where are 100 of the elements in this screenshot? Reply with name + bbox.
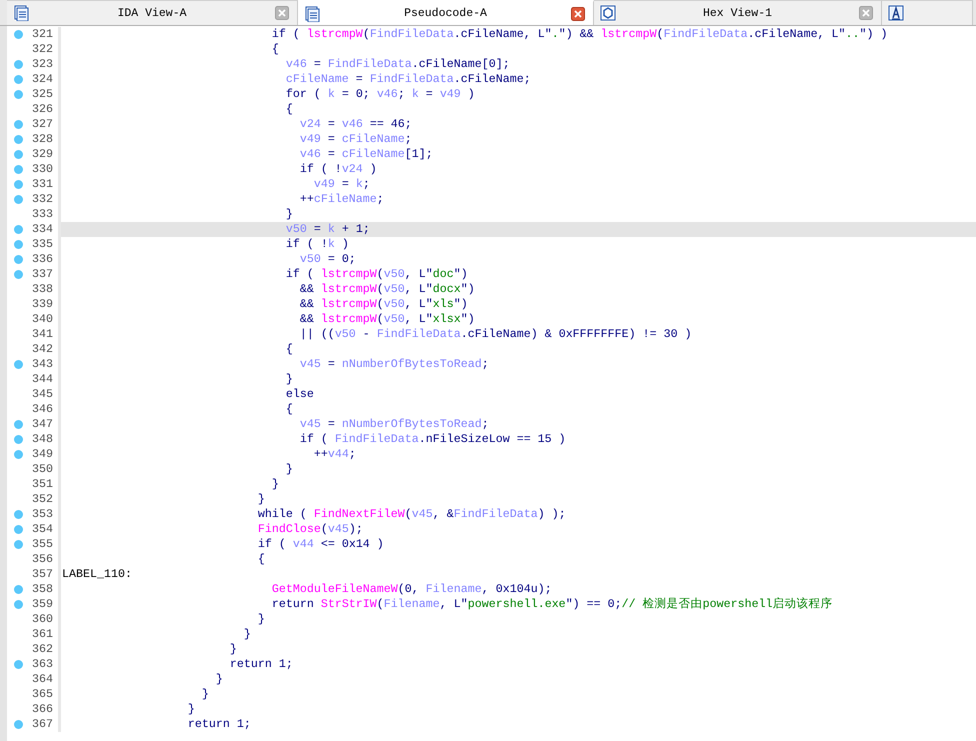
code-line: v46 = FindFileData.cFileName[0]; xyxy=(286,57,510,71)
line-number: 337 xyxy=(32,267,53,282)
line-number: 334 xyxy=(32,222,53,237)
code-line: if ( FindFileData.nFileSizeLow == 15 ) xyxy=(300,432,566,446)
line-number: 359 xyxy=(32,597,53,612)
line-number: 364 xyxy=(32,672,53,687)
line-number: 354 xyxy=(32,522,53,537)
code-line: if ( !v24 ) xyxy=(300,162,377,176)
code-line: v49 = cFileName; xyxy=(300,132,412,146)
line-number: 333 xyxy=(32,207,53,222)
line-number: 343 xyxy=(32,357,53,372)
line-number: 326 xyxy=(32,102,53,117)
code-line: FindClose(v45); xyxy=(258,522,363,536)
line-number: 340 xyxy=(32,312,53,327)
line-number: 327 xyxy=(32,117,53,132)
line-number: 345 xyxy=(32,387,53,402)
code-line: && lstrcmpW(v50, L"xlsx") xyxy=(300,312,475,326)
close-icon[interactable] xyxy=(571,6,585,20)
code-line: v50 = k + 1; xyxy=(286,222,370,236)
code-line: if ( !k ) xyxy=(286,237,349,251)
code-line: { xyxy=(286,102,293,116)
code-line: else xyxy=(286,387,314,401)
line-number: 336 xyxy=(32,252,53,267)
line-number: 361 xyxy=(32,627,53,642)
code-line: } xyxy=(272,477,279,491)
line-number: 356 xyxy=(32,552,53,567)
code-line: v49 = k; xyxy=(314,177,370,191)
line-number: 353 xyxy=(32,507,53,522)
code-line: return 1; xyxy=(230,657,293,671)
listing-icon xyxy=(13,5,29,21)
tab[interactable] xyxy=(882,0,973,25)
line-number: 335 xyxy=(32,237,53,252)
code-line: v45 = nNumberOfBytesToRead; xyxy=(300,357,489,371)
line-number: 324 xyxy=(32,72,53,87)
line-number: 330 xyxy=(32,162,53,177)
code-line: } xyxy=(286,372,293,386)
code-line: for ( k = 0; v46; k = v49 ) xyxy=(286,87,475,101)
code-line: if ( v44 <= 0x14 ) xyxy=(258,537,384,551)
code-line: } xyxy=(244,627,251,641)
line-number: 363 xyxy=(32,657,53,672)
tab[interactable]: IDA View-A xyxy=(7,0,298,25)
line-number: 346 xyxy=(32,402,53,417)
line-number: 365 xyxy=(32,687,53,702)
line-number: 342 xyxy=(32,342,53,357)
code-line: v45 = nNumberOfBytesToRead; xyxy=(300,417,489,431)
letter-a-icon xyxy=(888,5,904,21)
line-number: 349 xyxy=(32,447,53,462)
line-number: 367 xyxy=(32,717,53,732)
code-line: } xyxy=(216,672,223,686)
line-number: 362 xyxy=(32,642,53,657)
line-number: 360 xyxy=(32,612,53,627)
close-icon[interactable] xyxy=(275,6,289,20)
code-line: ++cFileName; xyxy=(300,192,384,206)
code-line: while ( FindNextFileW(v45, &FindFileData) ); xyxy=(258,507,566,521)
line-number: 344 xyxy=(32,372,53,387)
line-number: 325 xyxy=(32,87,53,102)
line-number: 338 xyxy=(32,282,53,297)
code-line: v50 = 0; xyxy=(300,252,356,266)
line-number: 358 xyxy=(32,582,53,597)
code-line: { xyxy=(286,402,293,416)
line-number: 352 xyxy=(32,492,53,507)
line-number: 347 xyxy=(32,417,53,432)
line-number: 332 xyxy=(32,192,53,207)
code-line: cFileName = FindFileData.cFileName; xyxy=(286,72,531,86)
code-line: LABEL_110: xyxy=(62,567,132,581)
line-number: 328 xyxy=(32,132,53,147)
line-number: 331 xyxy=(32,177,53,192)
code-line: if ( lstrcmpW(v50, L"doc") xyxy=(286,267,468,281)
code-line: ++v44; xyxy=(314,447,356,461)
line-number: 341 xyxy=(32,327,53,342)
line-number: 348 xyxy=(32,432,53,447)
line-number: 350 xyxy=(32,462,53,477)
code-line: } xyxy=(188,702,195,716)
code-line: } xyxy=(258,492,265,506)
line-number: 366 xyxy=(32,702,53,717)
code-line: || ((v50 - FindFileData.cFileName) & 0xFFFFFFFE) != 30 ) xyxy=(300,327,692,341)
code-line: GetModuleFileNameW(0, Filename, 0x104u); xyxy=(272,582,552,596)
code-line: } xyxy=(286,462,293,476)
tab[interactable]: Pseudocode-A xyxy=(298,0,594,25)
code-line: && lstrcmpW(v50, L"docx") xyxy=(300,282,475,296)
line-number: 329 xyxy=(32,147,53,162)
code-line: { xyxy=(272,42,279,56)
code-line: v46 = cFileName[1]; xyxy=(300,147,433,161)
code-line: } xyxy=(258,612,265,626)
code-line: return 1; xyxy=(188,717,251,731)
code-line: { xyxy=(258,552,265,566)
code-line: { xyxy=(286,342,293,356)
line-number: 339 xyxy=(32,297,53,312)
close-icon[interactable] xyxy=(859,6,873,20)
code-line: v24 = v46 == 46; xyxy=(300,117,412,131)
code-line: } xyxy=(230,642,237,656)
listing-icon xyxy=(304,6,320,22)
tab[interactable]: Hex View-1 xyxy=(594,0,882,25)
code-line: } xyxy=(202,687,209,701)
code-line: return StrStrIW(Filename, L"powershell.exe") == 0;// 检测是否由powershell启动该程序 xyxy=(272,597,833,611)
line-number: 321 xyxy=(32,27,53,42)
line-number: 357 xyxy=(32,567,53,582)
hexagon-icon xyxy=(600,5,616,21)
code-line: } xyxy=(286,207,293,221)
code-line: if ( lstrcmpW(FindFileData.cFileName, L".") && lstrcmpW(FindFileData.cFileName, L"..") ) xyxy=(272,27,888,41)
